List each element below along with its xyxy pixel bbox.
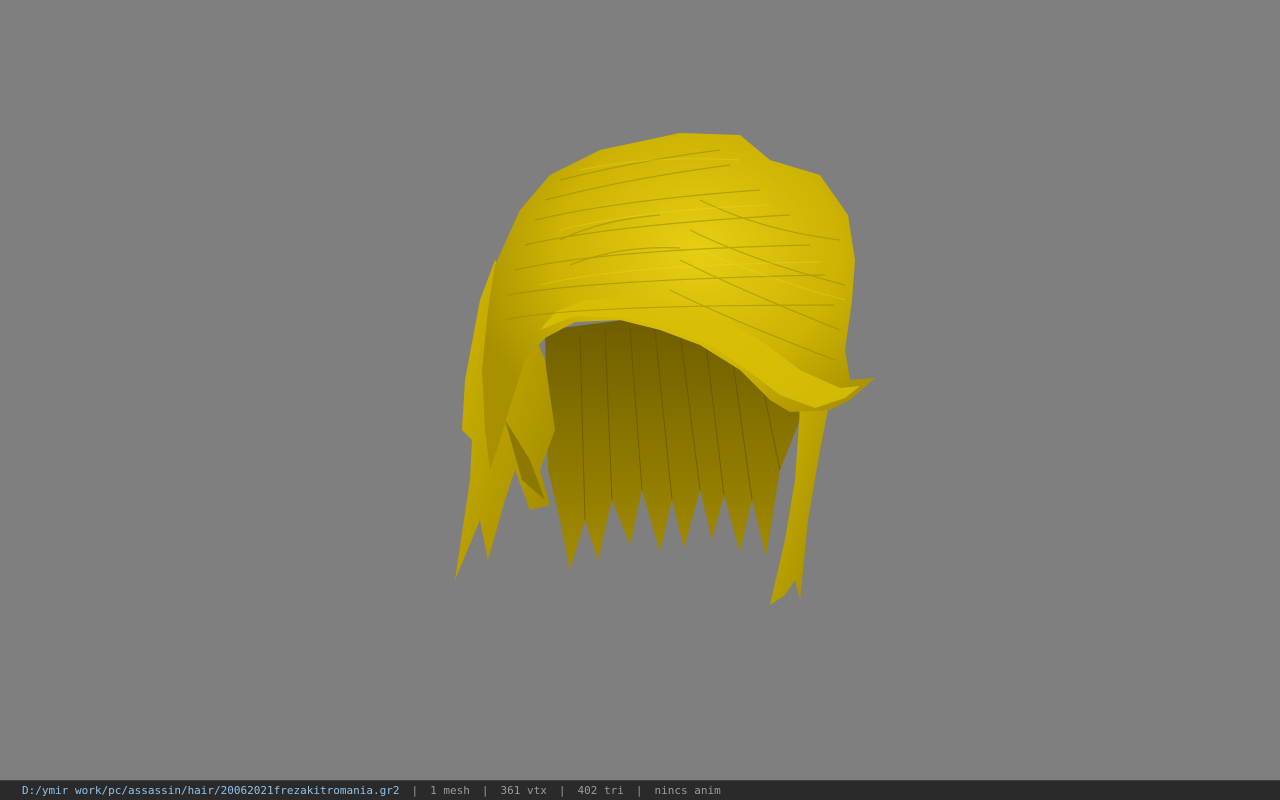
triangle-count-label: 402 tri — [577, 784, 624, 797]
animation-status-label: nincs anim — [654, 784, 721, 797]
file-path-label: D:/ymir work/pc/assassin/hair/20062021fr… — [22, 784, 400, 797]
status-bar: D:/ymir work/pc/assassin/hair/20062021fr… — [0, 780, 1280, 800]
model-viewer-window: D:/ymir work/pc/assassin/hair/20062021fr… — [0, 0, 1280, 800]
status-separator: | — [635, 784, 643, 797]
3d-viewport[interactable] — [0, 0, 1280, 780]
status-separator: | — [558, 784, 566, 797]
hair-model-render[interactable] — [0, 0, 1280, 780]
vertex-count-label: 361 vtx — [500, 784, 547, 797]
status-separator: | — [411, 784, 419, 797]
status-separator: | — [481, 784, 489, 797]
mesh-count-label: 1 mesh — [430, 784, 470, 797]
